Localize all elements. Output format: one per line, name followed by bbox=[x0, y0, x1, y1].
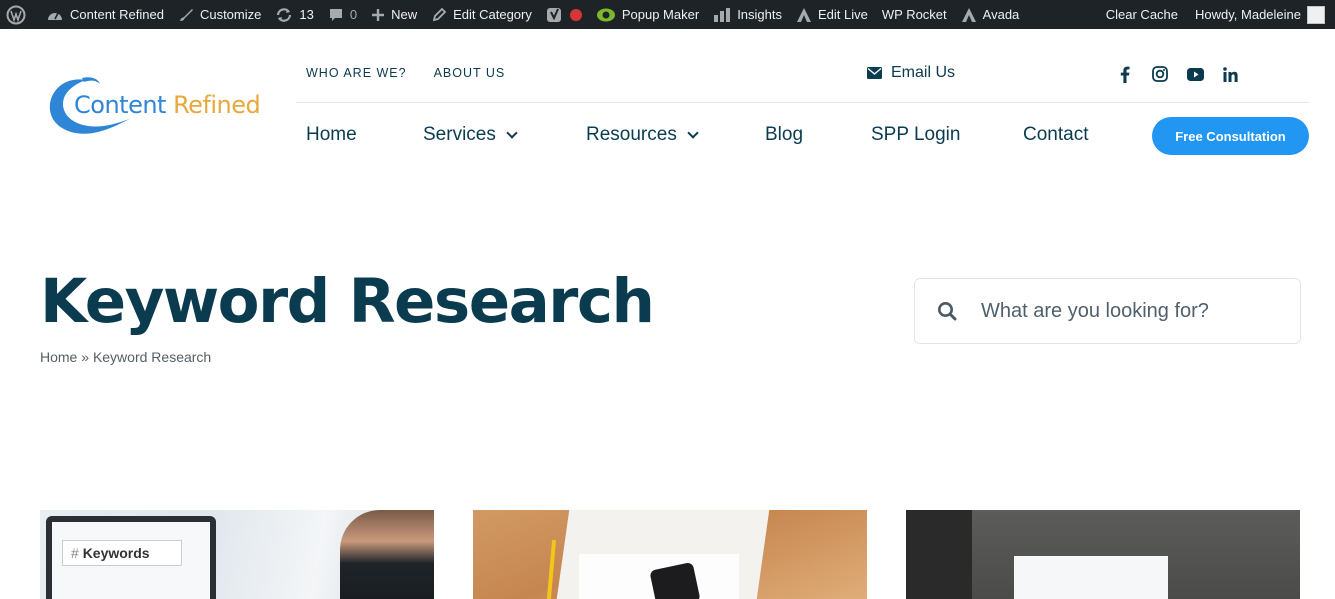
search-input[interactable] bbox=[981, 299, 1281, 323]
report-sheet-image bbox=[1014, 556, 1168, 599]
nav-item-blog[interactable]: Blog bbox=[765, 124, 803, 146]
popup-maker-label: Popup Maker bbox=[621, 7, 700, 22]
keyword-bar-image: # Keywords bbox=[62, 540, 182, 566]
breadcrumb-separator: » bbox=[81, 349, 90, 365]
social-links bbox=[1116, 64, 1239, 84]
brush-icon bbox=[178, 7, 194, 23]
wp-rocket-label: WP Rocket bbox=[881, 7, 947, 22]
howdy-label: Howdy, Madeleine bbox=[1195, 7, 1301, 22]
avada-logo-icon bbox=[961, 7, 977, 23]
top-nav-about-us[interactable]: ABOUT US bbox=[434, 66, 506, 80]
customize-label: Customize bbox=[199, 7, 262, 22]
linkedin-icon[interactable] bbox=[1221, 64, 1239, 84]
logo-text-content: Content bbox=[74, 91, 174, 119]
site-name-label: Content Refined bbox=[70, 7, 164, 22]
instagram-icon[interactable] bbox=[1151, 64, 1169, 84]
avada-menu[interactable]: Avada bbox=[954, 0, 1027, 29]
yoast-icon bbox=[546, 6, 564, 24]
plus-icon bbox=[371, 8, 385, 22]
nav-item-contact[interactable]: Contact bbox=[1023, 124, 1088, 146]
clear-cache-label: Clear Cache bbox=[1105, 7, 1179, 22]
pencil-icon bbox=[431, 7, 447, 23]
updates-link[interactable]: 13 bbox=[268, 0, 320, 29]
nav-item-spp-login[interactable]: SPP Login bbox=[871, 124, 960, 146]
comments-count: 0 bbox=[349, 7, 358, 22]
top-nav: WHO ARE WE? ABOUT US bbox=[306, 66, 505, 80]
laptop-image: # Keywords bbox=[46, 516, 216, 599]
search-icon[interactable] bbox=[937, 301, 957, 321]
breadcrumb: Home » Keyword Research bbox=[40, 349, 211, 365]
new-content-menu[interactable]: New bbox=[364, 0, 424, 29]
edit-category-link[interactable]: Edit Category bbox=[424, 0, 539, 29]
chevron-down-icon bbox=[506, 126, 518, 139]
yoast-seo-menu[interactable] bbox=[539, 0, 589, 29]
person-image bbox=[340, 510, 434, 599]
nav-home-label: Home bbox=[306, 124, 357, 145]
comments-link[interactable]: 0 bbox=[321, 0, 364, 29]
post-card-image[interactable] bbox=[473, 510, 867, 599]
user-account-menu[interactable]: Howdy, Madeleine bbox=[1188, 0, 1335, 29]
updates-count: 13 bbox=[299, 7, 314, 22]
avada-label: Avada bbox=[982, 7, 1020, 22]
admin-bar: Content Refined Customize 13 0 New Edit … bbox=[0, 0, 1335, 29]
facebook-icon[interactable] bbox=[1116, 64, 1134, 84]
breadcrumb-current: Keyword Research bbox=[92, 349, 212, 365]
chevron-down-icon bbox=[687, 126, 699, 139]
nav-resources-label: Resources bbox=[586, 124, 677, 145]
new-label: New bbox=[391, 7, 418, 22]
comment-icon bbox=[328, 7, 344, 23]
admin-bar-right: Clear Cache Howdy, Madeleine bbox=[1099, 0, 1335, 29]
edit-live-label: Edit Live bbox=[818, 7, 868, 22]
customize-link[interactable]: Customize bbox=[171, 0, 268, 29]
bar-chart-icon bbox=[713, 7, 731, 23]
nav-item-resources[interactable]: Resources bbox=[586, 124, 699, 146]
nav-spp-login-label: SPP Login bbox=[871, 124, 961, 145]
nav-blog-label: Blog bbox=[765, 124, 804, 145]
popup-maker-icon bbox=[596, 7, 616, 23]
edit-category-label: Edit Category bbox=[453, 7, 532, 22]
wordpress-logo-menu[interactable] bbox=[0, 0, 39, 29]
post-card-image[interactable]: # Keywords bbox=[40, 510, 434, 599]
youtube-icon[interactable] bbox=[1186, 64, 1204, 84]
email-us-label: Email Us bbox=[891, 64, 956, 81]
page-title: Keyword Research bbox=[40, 266, 655, 337]
breadcrumb-home[interactable]: Home bbox=[40, 349, 77, 365]
header-divider bbox=[296, 102, 1309, 103]
pencil-image bbox=[545, 539, 557, 599]
wp-rocket-menu[interactable]: WP Rocket bbox=[875, 0, 954, 29]
search-box bbox=[914, 278, 1301, 344]
updates-icon bbox=[275, 7, 293, 23]
logo-text-refined: Refined bbox=[173, 91, 261, 119]
seo-status-dot bbox=[569, 8, 582, 21]
edit-live-link[interactable]: Edit Live bbox=[789, 0, 875, 29]
insights-label: Insights bbox=[737, 7, 782, 22]
clear-cache-link[interactable]: Clear Cache bbox=[1099, 0, 1188, 29]
top-nav-who-are-we[interactable]: WHO ARE WE? bbox=[306, 66, 407, 80]
dashboard-icon bbox=[46, 7, 64, 23]
wordpress-icon bbox=[6, 5, 26, 25]
email-us-link[interactable]: Email Us bbox=[867, 64, 955, 82]
insights-menu[interactable]: Insights bbox=[706, 0, 789, 29]
avada-icon bbox=[796, 7, 812, 23]
popup-maker-menu[interactable]: Popup Maker bbox=[589, 0, 706, 29]
site-logo[interactable]: Content Refined bbox=[46, 74, 266, 140]
nav-contact-label: Contact bbox=[1023, 124, 1089, 145]
keywords-image-text: Keywords bbox=[82, 545, 150, 561]
free-consultation-button[interactable]: Free Consultation bbox=[1152, 117, 1309, 155]
envelope-icon bbox=[867, 67, 882, 79]
laptop-image bbox=[906, 510, 972, 599]
post-card-image[interactable] bbox=[906, 510, 1300, 599]
nav-item-home[interactable]: Home bbox=[306, 124, 357, 146]
avatar bbox=[1307, 5, 1325, 24]
site-name-menu[interactable]: Content Refined bbox=[39, 0, 171, 29]
nav-item-services[interactable]: Services bbox=[423, 124, 518, 146]
logo-text: Content Refined bbox=[74, 91, 261, 119]
nav-services-label: Services bbox=[423, 124, 496, 145]
